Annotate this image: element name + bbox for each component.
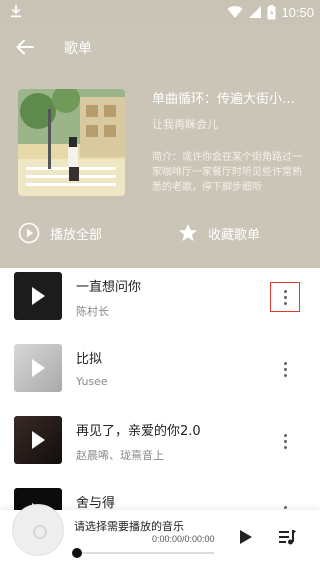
song-cover-image bbox=[14, 272, 62, 320]
song-artist: 赵晨唏、珑熹音上 bbox=[76, 449, 164, 462]
song-title: 再见了，亲爱的你2.0 bbox=[76, 424, 201, 439]
song-row[interactable]: 再见了，亲爱的你2.0 赵晨唏、珑熹音上 bbox=[0, 412, 320, 484]
play-all-label: 播放全部 bbox=[50, 227, 103, 243]
play-button[interactable] bbox=[236, 528, 254, 546]
system-icons: 10:50 bbox=[227, 3, 314, 21]
playlist-name: 单曲循环：传遍大街小巷的热歌 bbox=[152, 92, 304, 107]
song-row[interactable]: 一直想问你 陈村长 bbox=[0, 268, 320, 340]
progress-bar[interactable] bbox=[72, 548, 214, 558]
playlist-queue-icon[interactable] bbox=[278, 528, 296, 546]
song-title: 一直想问你 bbox=[76, 280, 142, 295]
song-title: 比拟 bbox=[76, 352, 103, 367]
song-artist: 陈村长 bbox=[76, 305, 109, 318]
page-title: 歌单 bbox=[64, 41, 92, 57]
now-playing-title: 请选择需要播放的音乐 bbox=[74, 520, 184, 533]
more-options-icon[interactable] bbox=[270, 354, 300, 384]
song-row[interactable]: 比拟 Yusee bbox=[0, 340, 320, 412]
play-circle-icon bbox=[18, 222, 40, 244]
song-artist: Yusee bbox=[76, 375, 108, 388]
mini-player: 请选择需要播放的音乐 0:00:00/0:00:00 bbox=[0, 504, 320, 568]
playlist-cover-image[interactable] bbox=[18, 89, 125, 196]
signal-icon bbox=[249, 6, 262, 18]
play-all-button[interactable]: 播放全部 bbox=[18, 220, 102, 246]
progress-knob[interactable] bbox=[72, 548, 82, 558]
status-bar: 10:50 bbox=[0, 0, 320, 24]
battery-icon bbox=[267, 4, 276, 19]
favorite-playlist-button[interactable]: 收藏歌单 bbox=[178, 220, 260, 246]
download-icon bbox=[11, 5, 21, 18]
play-icon bbox=[32, 431, 45, 449]
arrow-left-icon[interactable] bbox=[14, 36, 36, 58]
more-options-icon[interactable] bbox=[270, 282, 300, 312]
playlist-creator[interactable]: 让我再眯会儿 bbox=[152, 116, 218, 132]
wifi-icon bbox=[227, 6, 243, 19]
song-cover-image bbox=[14, 344, 62, 392]
favorite-playlist-label: 收藏歌单 bbox=[208, 227, 261, 243]
playlist-description[interactable]: 简介：或许你会在某个街角路过一家咖啡厅一家餐厅时听见些许常熟悉的老歌，停下脚步细… bbox=[152, 150, 308, 195]
playback-time: 0:00:00/0:00:00 bbox=[152, 534, 215, 544]
play-icon bbox=[32, 359, 45, 377]
more-options-icon[interactable] bbox=[270, 498, 300, 510]
star-icon bbox=[179, 224, 197, 241]
song-list: 一直想问你 陈村长 比拟 Yusee 再见了，亲爱的你2.0 赵晨唏、珑熹音上 … bbox=[0, 268, 320, 510]
song-cover-image bbox=[14, 416, 62, 464]
playlist-header: 歌单 单曲循环：传遍大街小巷的热歌 让我再眯会儿 简介：或许你会在某个街角路过一… bbox=[0, 24, 320, 268]
song-title: 舍与得 bbox=[76, 496, 116, 510]
album-disc[interactable] bbox=[12, 504, 64, 556]
play-icon bbox=[32, 287, 45, 305]
clock: 10:50 bbox=[281, 4, 314, 20]
more-options-icon[interactable] bbox=[270, 426, 300, 456]
